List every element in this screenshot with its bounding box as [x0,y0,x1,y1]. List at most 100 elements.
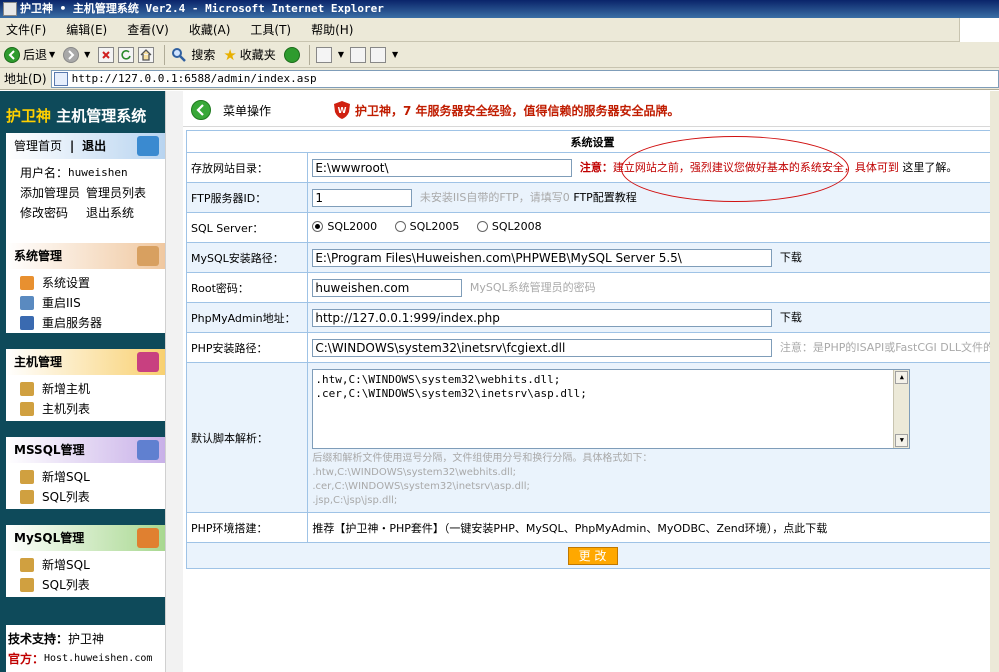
sidebar-item-add-mysql[interactable]: 新增SQL [20,555,165,575]
back-label: 后退 [23,48,48,62]
sidebar-item-add-host[interactable]: 新增主机 [20,379,165,399]
menu-favorites[interactable]: 收藏(A) [189,21,231,38]
table-row: 默认脚本解析： .htw,C:\WINDOWS\system32\webhits… [185,362,999,513]
mysql-path-label: MySQL安装路径： [185,242,309,273]
sidebar-item-mssql-list[interactable]: SQL列表 [20,487,165,507]
mysql-path-input[interactable]: E:\Program Files\Huweishen.com\PHPWEB\My… [312,248,773,267]
menu-view[interactable]: 查看(V) [127,21,169,38]
address-label: 地址(D) [4,72,47,86]
mail-icon[interactable] [315,46,332,63]
stop-icon[interactable] [98,46,115,63]
script-line: .htw,C:\WINDOWS\system32\webhits.dll; [315,373,561,386]
cube-icon [137,352,159,372]
main-header: 菜单操作 W 护卫神，7 年服务器安全经验，值得信赖的服务器安全品牌。 [183,91,999,127]
section-title: 系统设置 [186,130,999,153]
forward-button[interactable]: ▼ [63,46,90,63]
media-icon[interactable] [283,46,300,63]
radio-button[interactable] [394,221,406,232]
site-dir-note-prefix: 注意： [579,160,613,174]
username-row: 用户名： huweishen [20,163,165,183]
radio-sql2008[interactable]: SQL2008 [476,220,542,233]
sidebar-item-add-mssql[interactable]: 新增SQL [20,467,165,487]
php-path-hint: 注意：是PHP的ISAPI或FastCGI DLL文件的 [779,340,994,354]
print-icon[interactable] [349,46,366,63]
settings-icon [20,276,34,290]
phpmyadmin-download-link[interactable]: 下载 [780,311,802,324]
mysql-download-link[interactable]: 下载 [780,251,802,264]
phpmyadmin-input[interactable]: http://127.0.0.1:999/index.php [312,308,773,327]
chevron-down-icon[interactable]: ▼ [84,50,90,59]
mysql-body: 新增SQL SQL列表 [6,551,165,599]
refresh-icon[interactable] [118,46,135,63]
favorites-label: 收藏夹 [239,48,276,62]
back-arrow-icon [4,46,20,63]
scroll-down-icon[interactable]: ▼ [895,434,909,447]
home-link[interactable]: 管理首页 [14,139,62,153]
home-icon[interactable] [138,46,155,63]
php-path-input[interactable]: C:\WINDOWS\system32\inetsrv\fcgiext.dll [312,338,773,357]
scroll-up-icon[interactable]: ▲ [895,371,909,384]
favorites-button[interactable]: ★ 收藏夹 [223,46,275,64]
sidebar-item-host-list[interactable]: 主机列表 [20,399,165,419]
back-button[interactable]: 后退 ▼ [4,46,55,63]
official-row: 官方： Host.huweishen.com [8,649,165,669]
php-env-link[interactable]: 推荐【护卫神・PHP套件】（一键安装PHP、MySQL、PhpMyAdmin、M… [312,522,827,535]
chevron-down-icon[interactable]: ▼ [338,50,344,59]
sidebar-item-settings[interactable]: 系统设置 [20,273,165,293]
host-panel: 主机管理 新增主机 主机列表 [6,349,165,421]
host-title: 主机管理 [14,355,63,369]
chevron-down-icon[interactable]: ▼ [49,50,55,59]
textarea-scrollbar[interactable]: ▲ ▼ [893,370,910,448]
menu-file[interactable]: 文件(F) [6,21,46,38]
edit-icon[interactable] [369,46,386,63]
username-label: 用户名： [20,166,69,180]
exit-system-link[interactable]: 退出系统 [86,203,134,223]
support-value: 护卫神 [68,632,105,646]
radio-sql2000-label: SQL2000 [327,220,378,233]
menu-edit[interactable]: 编辑(E) [66,21,107,38]
ftp-label: FTP服务器ID： [185,182,309,213]
page-scrollbar[interactable] [990,91,999,672]
php-env-label: PHP环境搭建： [185,512,309,543]
admin-list-link[interactable]: 管理员列表 [86,183,146,203]
frame-divider[interactable] [165,91,183,672]
site-dir-input[interactable]: E:\wwwroot\ [312,158,573,177]
site-dir-note-link[interactable]: 这里了解。 [902,161,957,174]
search-label: 搜索 [191,48,216,62]
ftp-input[interactable]: 1 [312,188,413,207]
menu-tools[interactable]: 工具(T) [250,21,291,38]
sidebar-item-mysql-list[interactable]: SQL列表 [20,575,165,595]
window-title-bar: 护卫神 • 主机管理系统 Ver2.4 - Microsoft Internet… [0,0,999,18]
root-pwd-input[interactable]: huweishen.com [312,278,463,297]
ftp-tutorial-link[interactable]: FTP配置教程 [573,191,637,204]
window-title: 护卫神 • 主机管理系统 Ver2.4 - Microsoft Internet… [20,2,384,15]
radio-button[interactable] [476,221,488,232]
save-button[interactable]: 更 改 [567,546,618,565]
settings-table: 系统设置 存放网站目录： E:\wwwroot\ 注意：建立网站之前，强烈建议您… [185,130,999,569]
address-input[interactable]: http://127.0.0.1:6588/admin/index.asp [50,69,999,88]
host-body: 新增主机 主机列表 [6,375,165,423]
back-arrow-icon[interactable] [191,100,211,120]
change-password-link[interactable]: 修改密码 [20,203,68,223]
chevron-down-icon[interactable]: ▼ [392,50,398,59]
sidebar: 护卫神 主机管理系统 管理首页 | 退出 用户名： huweishen 添加管理… [0,91,165,672]
key-icon [20,470,34,484]
logout-link[interactable]: 退出 [82,139,106,153]
sidebar-item-restart-server[interactable]: 重启服务器 [20,313,165,333]
add-admin-link[interactable]: 添加管理员 [20,183,80,203]
php-path-cell: C:\WINDOWS\system32\inetsrv\fcgiext.dll … [307,332,999,363]
menu-operation-label[interactable]: 菜单操作 [223,102,271,119]
mssql-list-label: SQL列表 [42,490,90,504]
script-map-textarea[interactable]: .htw,C:\WINDOWS\system32\webhits.dll; .c… [312,369,911,449]
table-row: 更 改 [186,542,999,569]
table-header-row: 系统设置 [186,130,999,153]
search-button[interactable]: 搜索 [171,46,215,63]
radio-sql2005[interactable]: SQL2005 [394,220,459,233]
radio-sql2000[interactable]: SQL2000 [312,220,377,233]
menu-help[interactable]: 帮助(H) [311,21,353,38]
gear-icon [137,246,159,266]
official-link[interactable]: Host.huweishen.com [44,649,152,669]
sidebar-item-restart-iis[interactable]: 重启IIS [20,293,165,313]
shield-icon: W [334,101,350,119]
radio-button[interactable] [312,221,324,232]
